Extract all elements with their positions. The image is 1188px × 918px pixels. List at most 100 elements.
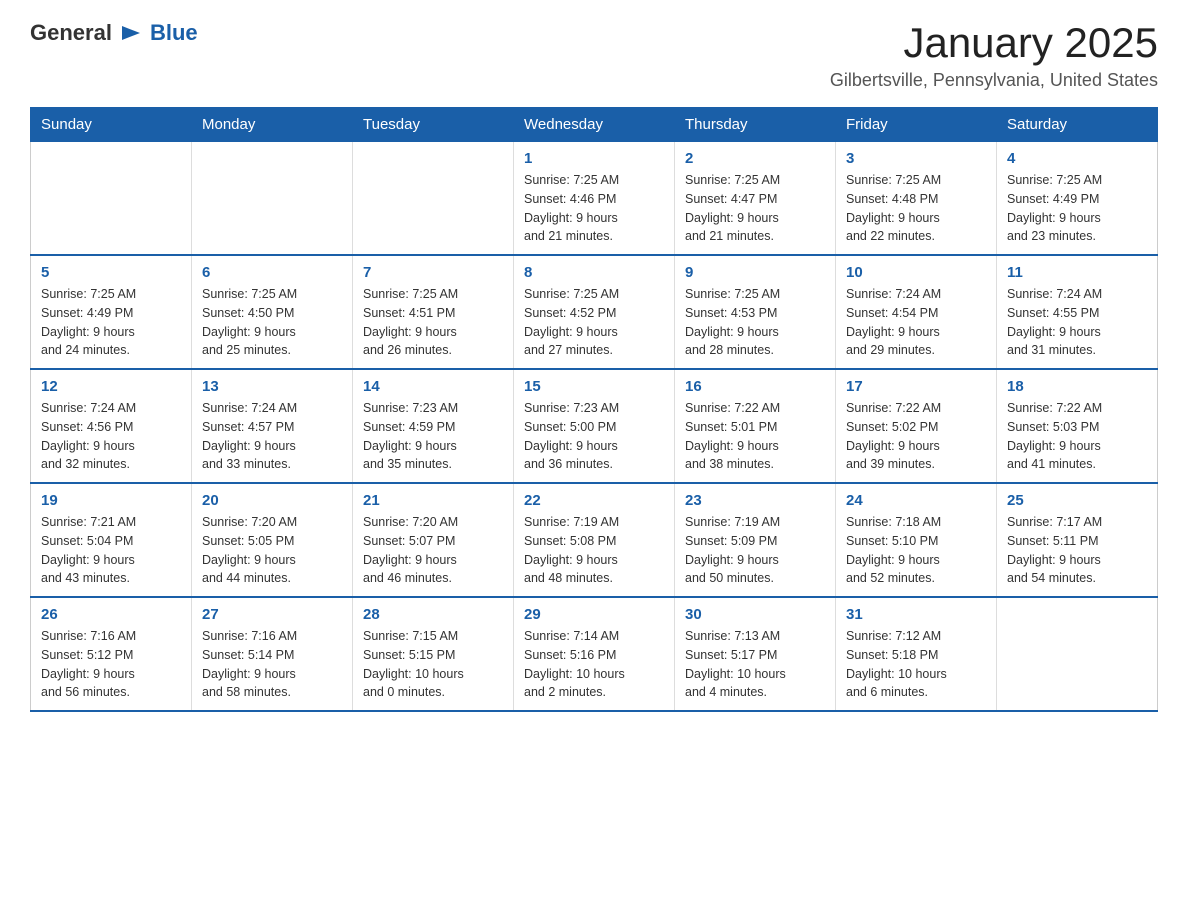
day-info: Sunrise: 7:25 AMSunset: 4:47 PMDaylight:…: [685, 171, 825, 246]
calendar-cell: 11 Sunrise: 7:24 AMSunset: 4:55 PMDayligh…: [997, 255, 1158, 369]
day-info: Sunrise: 7:23 AMSunset: 5:00 PMDaylight:…: [524, 399, 664, 474]
day-number: 19: [41, 492, 181, 509]
day-number: 11: [1007, 264, 1147, 281]
weekday-header-wednesday: Wednesday: [514, 108, 675, 142]
calendar-cell: 10 Sunrise: 7:24 AMSunset: 4:54 PMDayligh…: [836, 255, 997, 369]
day-number: 23: [685, 492, 825, 509]
day-info: Sunrise: 7:12 AMSunset: 5:18 PMDaylight:…: [846, 627, 986, 702]
day-info: Sunrise: 7:22 AMSunset: 5:01 PMDaylight:…: [685, 399, 825, 474]
calendar-cell: [353, 142, 514, 256]
day-info: Sunrise: 7:24 AMSunset: 4:54 PMDaylight:…: [846, 285, 986, 360]
calendar-cell: 7 Sunrise: 7:25 AMSunset: 4:51 PMDaylight…: [353, 255, 514, 369]
day-number: 25: [1007, 492, 1147, 509]
calendar-cell: 24 Sunrise: 7:18 AMSunset: 5:10 PMDayligh…: [836, 483, 997, 597]
day-number: 29: [524, 606, 664, 623]
calendar-week-row: 19 Sunrise: 7:21 AMSunset: 5:04 PMDayligh…: [31, 483, 1158, 597]
day-number: 28: [363, 606, 503, 623]
day-info: Sunrise: 7:19 AMSunset: 5:09 PMDaylight:…: [685, 513, 825, 588]
day-number: 7: [363, 264, 503, 281]
calendar-cell: 9Sunrise: 7:25 AMSunset: 4:53 PMDaylight…: [675, 255, 836, 369]
weekday-header-friday: Friday: [836, 108, 997, 142]
weekday-header-sunday: Sunday: [31, 108, 192, 142]
day-number: 3: [846, 150, 986, 167]
day-info: Sunrise: 7:24 AMSunset: 4:55 PMDaylight:…: [1007, 285, 1147, 360]
location-subtitle: Gilbertsville, Pennsylvania, United Stat…: [830, 70, 1158, 91]
day-number: 17: [846, 378, 986, 395]
calendar-cell: 19 Sunrise: 7:21 AMSunset: 5:04 PMDayligh…: [31, 483, 192, 597]
logo[interactable]: General Blue: [30, 20, 198, 46]
day-info: Sunrise: 7:20 AMSunset: 5:05 PMDaylight:…: [202, 513, 342, 588]
day-number: 10: [846, 264, 986, 281]
calendar-cell: 30Sunrise: 7:13 AMSunset: 5:17 PMDayligh…: [675, 597, 836, 711]
month-title: January 2025: [830, 20, 1158, 66]
day-number: 31: [846, 606, 986, 623]
day-info: Sunrise: 7:25 AMSunset: 4:49 PMDaylight:…: [41, 285, 181, 360]
day-number: 24: [846, 492, 986, 509]
day-info: Sunrise: 7:19 AMSunset: 5:08 PMDaylight:…: [524, 513, 664, 588]
day-info: Sunrise: 7:14 AMSunset: 5:16 PMDaylight:…: [524, 627, 664, 702]
day-info: Sunrise: 7:16 AMSunset: 5:12 PMDaylight:…: [41, 627, 181, 702]
calendar-cell: 27Sunrise: 7:16 AMSunset: 5:14 PMDayligh…: [192, 597, 353, 711]
day-number: 6: [202, 264, 342, 281]
calendar-header: SundayMondayTuesdayWednesdayThursdayFrid…: [31, 108, 1158, 142]
day-info: Sunrise: 7:25 AMSunset: 4:46 PMDaylight:…: [524, 171, 664, 246]
day-info: Sunrise: 7:18 AMSunset: 5:10 PMDaylight:…: [846, 513, 986, 588]
day-number: 12: [41, 378, 181, 395]
day-info: Sunrise: 7:22 AMSunset: 5:03 PMDaylight:…: [1007, 399, 1147, 474]
weekday-header-saturday: Saturday: [997, 108, 1158, 142]
day-number: 18: [1007, 378, 1147, 395]
calendar-cell: 22 Sunrise: 7:19 AMSunset: 5:08 PMDayligh…: [514, 483, 675, 597]
calendar-cell: 26 Sunrise: 7:16 AMSunset: 5:12 PMDayligh…: [31, 597, 192, 711]
calendar-cell: 4Sunrise: 7:25 AMSunset: 4:49 PMDaylight…: [997, 142, 1158, 256]
calendar-cell: [997, 597, 1158, 711]
day-info: Sunrise: 7:16 AMSunset: 5:14 PMDaylight:…: [202, 627, 342, 702]
calendar-cell: 23 Sunrise: 7:19 AMSunset: 5:09 PMDayligh…: [675, 483, 836, 597]
day-number: 2: [685, 150, 825, 167]
calendar-cell: 28Sunrise: 7:15 AMSunset: 5:15 PMDayligh…: [353, 597, 514, 711]
calendar-cell: 31 Sunrise: 7:12 AMSunset: 5:18 PMDayligh…: [836, 597, 997, 711]
calendar-cell: [192, 142, 353, 256]
day-number: 15: [524, 378, 664, 395]
day-info: Sunrise: 7:25 AMSunset: 4:51 PMDaylight:…: [363, 285, 503, 360]
day-number: 22: [524, 492, 664, 509]
day-info: Sunrise: 7:25 AMSunset: 4:50 PMDaylight:…: [202, 285, 342, 360]
weekday-header-row: SundayMondayTuesdayWednesdayThursdayFrid…: [31, 108, 1158, 142]
day-info: Sunrise: 7:24 AMSunset: 4:56 PMDaylight:…: [41, 399, 181, 474]
logo-general-text: General: [30, 20, 112, 46]
calendar-cell: 8 Sunrise: 7:25 AMSunset: 4:52 PMDaylight…: [514, 255, 675, 369]
day-number: 14: [363, 378, 503, 395]
day-info: Sunrise: 7:21 AMSunset: 5:04 PMDaylight:…: [41, 513, 181, 588]
day-info: Sunrise: 7:22 AMSunset: 5:02 PMDaylight:…: [846, 399, 986, 474]
calendar-cell: 20 Sunrise: 7:20 AMSunset: 5:05 PMDayligh…: [192, 483, 353, 597]
day-number: 26: [41, 606, 181, 623]
calendar-cell: 1Sunrise: 7:25 AMSunset: 4:46 PMDaylight…: [514, 142, 675, 256]
calendar-cell: 17 Sunrise: 7:22 AMSunset: 5:02 PMDayligh…: [836, 369, 997, 483]
day-info: Sunrise: 7:20 AMSunset: 5:07 PMDaylight:…: [363, 513, 503, 588]
calendar-week-row: 26 Sunrise: 7:16 AMSunset: 5:12 PMDayligh…: [31, 597, 1158, 711]
calendar-cell: 6 Sunrise: 7:25 AMSunset: 4:50 PMDaylight…: [192, 255, 353, 369]
day-info: Sunrise: 7:25 AMSunset: 4:52 PMDaylight:…: [524, 285, 664, 360]
calendar-cell: 2 Sunrise: 7:25 AMSunset: 4:47 PMDaylight…: [675, 142, 836, 256]
calendar-cell: 29 Sunrise: 7:14 AMSunset: 5:16 PMDayligh…: [514, 597, 675, 711]
day-info: Sunrise: 7:25 AMSunset: 4:49 PMDaylight:…: [1007, 171, 1147, 246]
calendar-cell: 12 Sunrise: 7:24 AMSunset: 4:56 PMDayligh…: [31, 369, 192, 483]
calendar-cell: 14 Sunrise: 7:23 AMSunset: 4:59 PMDayligh…: [353, 369, 514, 483]
day-number: 30: [685, 606, 825, 623]
weekday-header-thursday: Thursday: [675, 108, 836, 142]
day-number: 21: [363, 492, 503, 509]
day-number: 8: [524, 264, 664, 281]
day-info: Sunrise: 7:23 AMSunset: 4:59 PMDaylight:…: [363, 399, 503, 474]
calendar-cell: [31, 142, 192, 256]
calendar-cell: 3Sunrise: 7:25 AMSunset: 4:48 PMDaylight…: [836, 142, 997, 256]
logo-blue-text: Blue: [150, 20, 198, 46]
day-info: Sunrise: 7:25 AMSunset: 4:53 PMDaylight:…: [685, 285, 825, 360]
weekday-header-tuesday: Tuesday: [353, 108, 514, 142]
calendar-cell: 13Sunrise: 7:24 AMSunset: 4:57 PMDayligh…: [192, 369, 353, 483]
calendar-cell: 15 Sunrise: 7:23 AMSunset: 5:00 PMDayligh…: [514, 369, 675, 483]
calendar-body: 1Sunrise: 7:25 AMSunset: 4:46 PMDaylight…: [31, 142, 1158, 712]
day-number: 20: [202, 492, 342, 509]
calendar-cell: 25Sunrise: 7:17 AMSunset: 5:11 PMDayligh…: [997, 483, 1158, 597]
calendar-cell: 18 Sunrise: 7:22 AMSunset: 5:03 PMDayligh…: [997, 369, 1158, 483]
day-number: 13: [202, 378, 342, 395]
calendar-week-row: 1Sunrise: 7:25 AMSunset: 4:46 PMDaylight…: [31, 142, 1158, 256]
